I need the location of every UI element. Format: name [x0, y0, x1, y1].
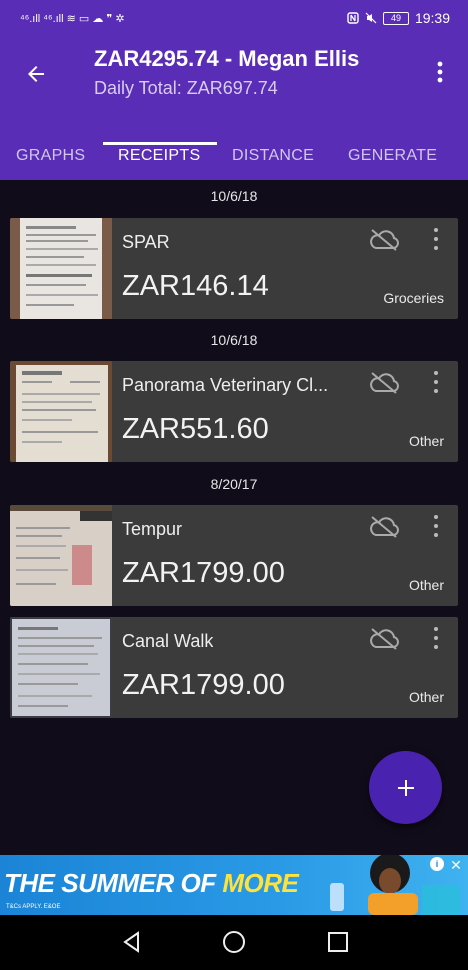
receipt-card[interactable]: Panorama Veterinary Cl... ZAR551.60 Othe… [10, 361, 458, 462]
receipt-name: Canal Walk [122, 631, 214, 651]
receipt-card[interactable]: Canal Walk ZAR1799.00 Other [10, 617, 458, 718]
receipt-name: SPAR [122, 232, 170, 252]
receipt-thumbnail [10, 505, 112, 606]
tab-generate[interactable]: GENERATE [348, 132, 437, 180]
ad-banner[interactable]: THE SUMMER OF MORE T&Cs APPLY. E&OE i ✕ [0, 855, 468, 915]
status-time: 19:39 [414, 10, 450, 26]
nav-home-icon[interactable] [219, 927, 249, 957]
more-vert-icon [437, 61, 443, 83]
add-receipt-button[interactable] [369, 751, 442, 824]
cloud-off-icon [370, 516, 399, 538]
tab-distance[interactable]: DISTANCE [232, 132, 314, 180]
receipt-amount: ZAR551.60 [122, 413, 269, 445]
receipt-thumbnail [10, 617, 112, 718]
receipt-category: Other [408, 433, 444, 449]
receipt-amount: ZAR1799.00 [122, 557, 285, 589]
date-header: 10/6/18 [210, 188, 258, 204]
nfc-icon [347, 12, 359, 24]
ad-headline: THE SUMMER OF MORE [4, 868, 299, 899]
tab-bar: GRAPHS RECEIPTS DISTANCE GENERATE [0, 132, 468, 180]
mute-icon [365, 12, 377, 24]
status-icons: ⁴⁶.ıll ⁴⁶.ıll ≋ ▭ ☁ ❞ ✲ [20, 12, 125, 25]
receipt-card[interactable]: SPAR ZAR146.14 Groceries [10, 218, 458, 319]
ad-headline-part1: THE SUMMER OF [4, 868, 223, 898]
receipt-menu-button[interactable] [428, 226, 444, 252]
system-nav-bar [0, 915, 468, 970]
plus-icon [397, 779, 414, 796]
tab-graphs[interactable]: GRAPHS [16, 132, 85, 180]
cloud-off-icon [370, 628, 399, 650]
active-tab-indicator [103, 142, 217, 145]
ad-close-button[interactable]: ✕ [448, 857, 464, 873]
overflow-menu-button[interactable] [426, 54, 454, 90]
receipt-category: Other [408, 689, 444, 705]
status-indicators: ⁴⁶.ıll ⁴⁶.ıll ≋ ▭ ☁ ❞ ✲ [20, 12, 125, 25]
receipt-category: Groceries [383, 290, 444, 306]
page-title: ZAR4295.74 - Megan Ellis [94, 46, 360, 71]
ad-info-icon[interactable]: i [430, 857, 444, 871]
receipt-name: Tempur [122, 519, 183, 539]
date-header: 8/20/17 [210, 476, 258, 492]
receipt-category: Other [408, 577, 444, 593]
cloud-off-icon [370, 372, 399, 394]
ad-headline-part2: MORE [222, 868, 299, 898]
app-bar: ZAR4295.74 - Megan Ellis Daily Total: ZA… [0, 36, 468, 180]
date-header: 10/6/18 [210, 332, 258, 348]
receipt-menu-button[interactable] [428, 369, 444, 395]
back-arrow-icon [28, 66, 44, 82]
receipt-menu-button[interactable] [428, 513, 444, 539]
nav-recents-icon[interactable] [323, 927, 353, 957]
receipt-name: Panorama Veterinary Cl... [122, 375, 329, 395]
cloud-off-icon [370, 229, 399, 251]
receipt-amount: ZAR1799.00 [122, 669, 285, 701]
receipt-thumbnail [10, 218, 112, 319]
ad-fine-print: T&Cs APPLY. E&OE [6, 904, 61, 910]
battery-indicator: 49 [382, 11, 409, 25]
status-bar: ⁴⁶.ıll ⁴⁶.ıll ≋ ▭ ☁ ❞ ✲ 49 19:39 [0, 0, 468, 36]
back-button[interactable] [18, 56, 54, 92]
receipt-amount: ZAR146.14 [122, 270, 269, 302]
status-right: 49 19:39 [347, 10, 450, 26]
receipt-thumbnail [10, 361, 112, 462]
tab-receipts[interactable]: RECEIPTS [118, 132, 200, 180]
receipt-card[interactable]: Tempur ZAR1799.00 Other [10, 505, 458, 606]
daily-total: Daily Total: ZAR697.74 [94, 78, 278, 98]
nav-back-icon[interactable] [117, 927, 147, 957]
receipt-menu-button[interactable] [428, 625, 444, 651]
